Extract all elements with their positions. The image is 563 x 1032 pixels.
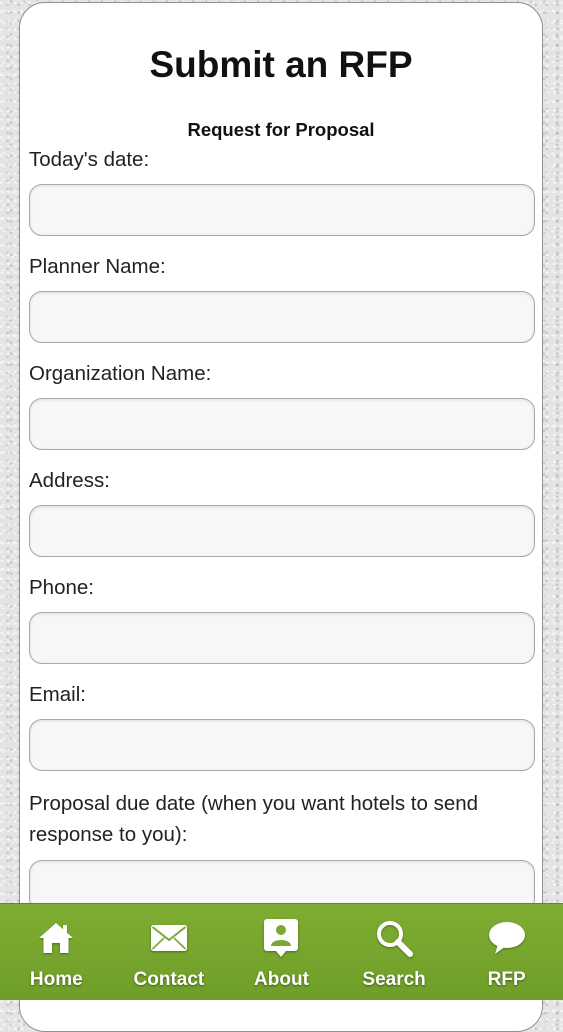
nav-contact-label: Contact [133, 969, 205, 990]
nav-home-label: Home [29, 969, 83, 990]
organization-name-label: Organization Name: [29, 362, 212, 385]
nav-contact[interactable]: Contact [113, 904, 226, 1000]
email-input[interactable] [29, 719, 535, 771]
planner-name-label: Planner Name: [29, 255, 166, 278]
nav-search-label: Search [362, 969, 426, 990]
organization-name-input[interactable] [29, 398, 535, 450]
nav-about[interactable]: About [225, 904, 338, 1000]
nav-home[interactable]: Home [0, 904, 113, 1000]
speech-bubble-icon [485, 916, 529, 960]
address-label: Address: [29, 469, 110, 492]
home-icon [34, 916, 78, 960]
phone-input[interactable] [29, 612, 535, 664]
todays-date-input[interactable] [29, 184, 535, 236]
phone-label: Phone: [29, 576, 94, 599]
proposal-due-date-label: Proposal due date (when you want hotels … [29, 792, 479, 846]
search-icon [372, 916, 416, 960]
page-title: Submit an RFP [149, 44, 413, 85]
address-input[interactable] [29, 505, 535, 557]
nav-search[interactable]: Search [338, 904, 451, 1000]
email-label: Email: [29, 683, 86, 706]
bottom-nav-bar: Home Contact About Search RFP [0, 903, 563, 1000]
contact-card-icon [259, 916, 303, 960]
todays-date-label: Today's date: [29, 148, 150, 171]
mail-icon [147, 916, 191, 960]
nav-rfp-label: RFP [487, 969, 526, 990]
nav-about-label: About [254, 969, 309, 990]
nav-rfp[interactable]: RFP [450, 904, 563, 1000]
page-subtitle: Request for Proposal [187, 119, 375, 140]
form-card: Submit an RFP Request for Proposal Today… [19, 2, 543, 1032]
planner-name-input[interactable] [29, 291, 535, 343]
